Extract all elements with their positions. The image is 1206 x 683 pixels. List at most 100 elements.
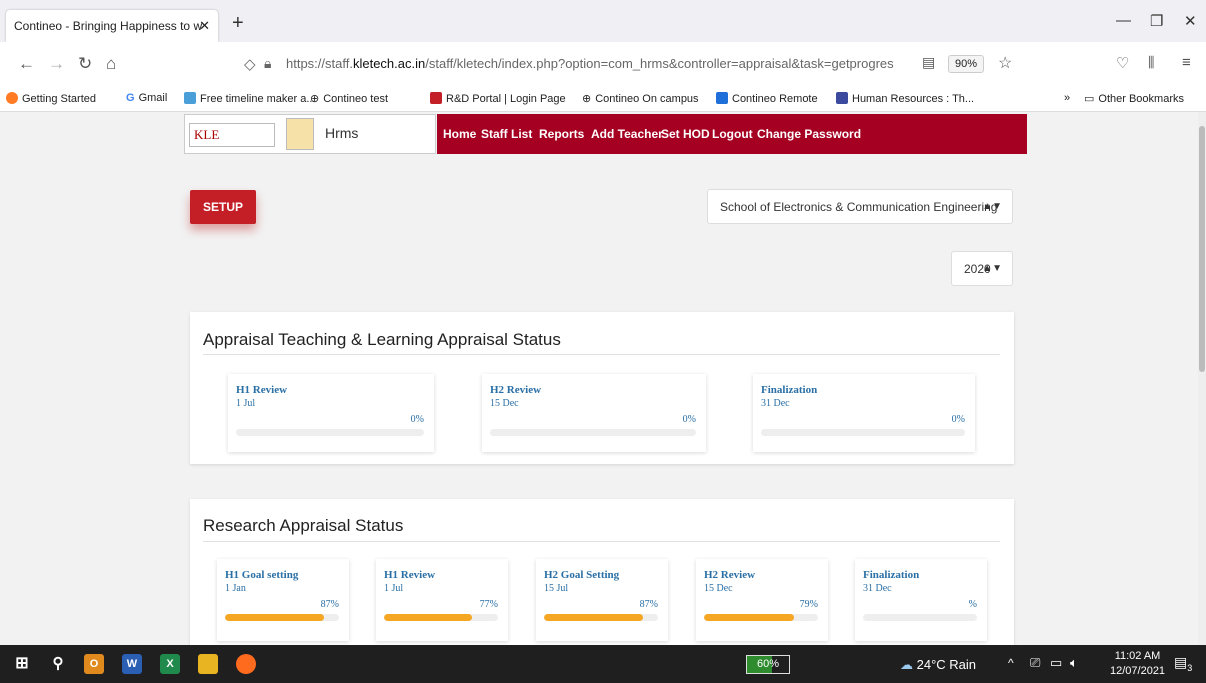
progress-bar <box>384 614 498 621</box>
firefox-icon <box>6 92 18 104</box>
taskbar: ⊞ ⚲ O W X 60% ☁ 24°C Rain ^ ⎚ ▭ 🔈︎ 11:02… <box>0 645 1206 683</box>
bookmark-rd-portal[interactable]: R&D Portal | Login Page <box>430 92 566 105</box>
search-icon[interactable]: ⚲ <box>48 654 68 674</box>
clock[interactable]: 11:02 AM 12/07/2021 <box>1110 649 1165 679</box>
minimize-icon[interactable]: — <box>1116 12 1131 29</box>
bookmark-other[interactable]: ▭ Other Bookmarks <box>1084 92 1184 105</box>
tile-title: H2 Goal Setting <box>544 569 620 581</box>
url-bar[interactable]: ◇ 🔒︎ https://staff.kletech.ac.in/staff/k… <box>236 49 1023 79</box>
page-scrollbar[interactable] <box>1198 112 1206 645</box>
bookmark-gmail[interactable]: G Gmail <box>126 92 167 104</box>
timeline-icon <box>184 92 196 104</box>
bookmark-contineo-remote[interactable]: Contineo Remote <box>716 92 818 105</box>
tile-title: H1 Goal setting <box>225 569 299 581</box>
status-tile: H2 Review 15 Dec 0% <box>482 374 706 452</box>
tile-title: Finalization <box>761 384 818 396</box>
tile-percent: 77% <box>479 599 498 610</box>
restore-icon[interactable]: ❐ <box>1150 12 1163 30</box>
select-arrows-icon: ▲▼ <box>982 263 1002 274</box>
progress-bar <box>761 429 965 436</box>
globe-icon: ⊕ <box>582 93 592 105</box>
navigation-bar: ← → ↻ ⌂ ◇ 🔒︎ https://staff.kletech.ac.in… <box>0 42 1206 86</box>
tile-title: H1 Review <box>384 569 436 581</box>
notification-icon[interactable]: ▤3 <box>1174 654 1192 673</box>
tile-date: 1 Jul <box>384 583 404 594</box>
bookmark-contineo-test[interactable]: ⊕ Contineo test <box>310 92 388 105</box>
menu-add-teacher[interactable]: Add Teacher <box>591 127 663 141</box>
notification-count: 3 <box>1187 662 1193 673</box>
globe-icon: ⊕ <box>310 93 320 105</box>
menu-change-password[interactable]: Change Password <box>757 127 861 141</box>
divider <box>203 541 1000 542</box>
research-status-card: Research Appraisal Status H1 Goal settin… <box>190 499 1014 645</box>
close-tab-icon[interactable]: ✕ <box>199 10 210 42</box>
browser-tab[interactable]: Contineo - Bringing Happiness to w ✕ <box>6 10 218 42</box>
app-name: Hrms <box>325 125 359 141</box>
kle-logo: KLE <box>189 123 275 147</box>
word-icon[interactable]: W <box>122 654 142 674</box>
tile-date: 15 Dec <box>704 583 733 594</box>
tile-date: 31 Dec <box>761 398 790 409</box>
status-tile: Finalization 31 Dec 0% <box>753 374 975 452</box>
bookmark-timeline[interactable]: Free timeline maker a... <box>184 92 316 105</box>
menu-staff-list[interactable]: Staff List <box>481 127 532 141</box>
tile-percent: % <box>968 599 977 610</box>
bookmark-getting-started[interactable]: Getting Started <box>6 92 96 105</box>
top-menu: Home Staff List Reports Add Teacher Set … <box>437 114 1027 154</box>
menu-logout[interactable]: Logout <box>712 127 753 141</box>
tile-date: 15 Dec <box>490 398 519 409</box>
home-icon[interactable]: ⌂ <box>106 54 116 74</box>
tray-chevron-icon[interactable]: ^ <box>1008 656 1014 670</box>
forward-icon[interactable]: → <box>48 54 65 74</box>
back-icon[interactable]: ← <box>18 54 35 74</box>
menu-set-hod[interactable]: Set HOD <box>661 127 710 141</box>
network-icon[interactable]: ⎚ <box>1030 655 1040 671</box>
bookmark-contineo-campus[interactable]: ⊕ Contineo On campus <box>582 92 699 105</box>
lock-icon: 🔒︎ <box>264 55 272 71</box>
kle-icon <box>430 92 442 104</box>
tile-percent: 0% <box>682 414 696 425</box>
bookmark-star-icon[interactable]: ☆ <box>998 53 1012 73</box>
weather-widget[interactable]: ☁ 24°C Rain <box>900 657 976 673</box>
library-icon[interactable]: ⫼ <box>1148 54 1154 71</box>
menu-reports[interactable]: Reports <box>539 127 584 141</box>
progress-bar <box>225 614 339 621</box>
file-explorer-icon[interactable] <box>198 654 218 674</box>
status-tile: H2 Review 15 Dec 79% <box>696 559 828 641</box>
divider <box>203 354 1000 355</box>
menu-home[interactable]: Home <box>443 127 476 141</box>
volume-icon[interactable]: 🔈︎ <box>1070 655 1078 671</box>
scrollbar-thumb[interactable] <box>1199 126 1205 372</box>
pocket-icon[interactable]: ♡ <box>1116 54 1129 72</box>
logo-area: KLE Hrms <box>184 114 436 154</box>
year-select[interactable]: 2020 ▲▼ <box>951 251 1013 286</box>
reader-view-icon[interactable]: ▤ <box>922 54 935 71</box>
close-window-icon[interactable]: ✕ <box>1184 12 1197 30</box>
reload-icon[interactable]: ↻ <box>78 54 92 74</box>
bookmark-human-resources[interactable]: Human Resources : Th... <box>836 92 974 105</box>
shield-icon: ◇ <box>244 56 256 73</box>
outlook-icon[interactable]: O <box>84 654 104 674</box>
battery-tray-icon[interactable]: ▭ <box>1050 655 1062 671</box>
menu-icon[interactable]: ≡ <box>1182 54 1191 71</box>
progress-bar <box>544 614 658 621</box>
zoom-level[interactable]: 90% <box>948 55 984 73</box>
tab-title: Contineo - Bringing Happiness to w <box>14 19 203 33</box>
status-tile: H1 Review 1 Jul 0% <box>228 374 434 452</box>
card-title: Research Appraisal Status <box>203 516 404 535</box>
firefox-taskbar-icon[interactable] <box>236 654 256 674</box>
setup-button[interactable]: SETUP <box>190 190 256 224</box>
browser-tab-bar: Contineo - Bringing Happiness to w ✕ + —… <box>0 0 1206 42</box>
excel-icon[interactable]: X <box>160 654 180 674</box>
bookmarks-overflow-icon[interactable]: » <box>1064 92 1070 104</box>
progress-bar <box>863 614 977 621</box>
tile-percent: 87% <box>639 599 658 610</box>
battery-percent: 60% <box>756 658 780 670</box>
school-select[interactable]: School of Electronics & Communication En… <box>707 189 1013 224</box>
new-tab-icon[interactable]: + <box>232 12 244 35</box>
tile-date: 1 Jul <box>236 398 256 409</box>
progress-bar <box>236 429 424 436</box>
tile-date: 1 Jan <box>225 583 246 594</box>
battery-indicator: 60% <box>746 655 790 674</box>
windows-start-icon[interactable]: ⊞ <box>12 654 32 674</box>
